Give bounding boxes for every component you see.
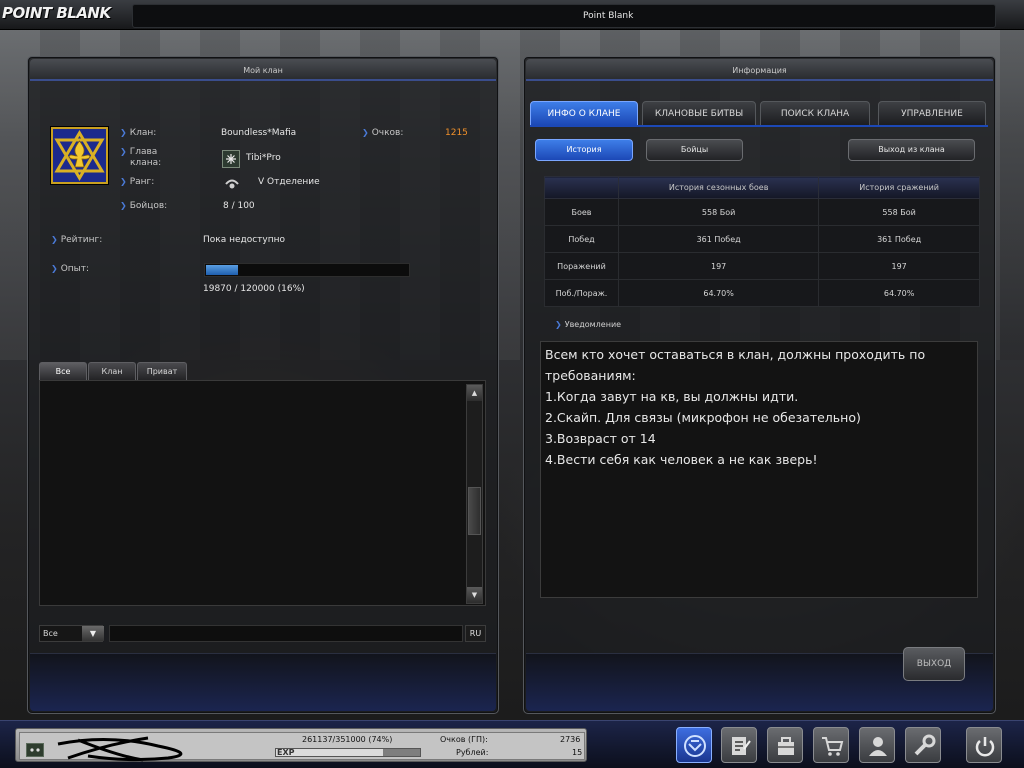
chat-scrollbar[interactable]: ▲ ▼ (466, 384, 483, 604)
stats-row-label: Побед (544, 225, 619, 253)
clan-notice-text[interactable]: Всем кто хочет оставаться в клан, должны… (540, 341, 978, 598)
player-rubles-value: 15 (572, 748, 583, 757)
player-status-box: 261137/351000 (74%) EXP Очков (ГП): 2736… (15, 728, 587, 762)
game-logo: POINT BLANK (2, 4, 111, 22)
chat-channel-select[interactable]: Все ▼ (39, 625, 104, 642)
clan-exp-bar (204, 263, 410, 277)
stats-row-label: Поражений (544, 252, 619, 280)
clan-name-value: Boundless*Mafia (221, 128, 297, 138)
stats-cell: 64.70% (617, 279, 820, 307)
scroll-up-icon[interactable]: ▲ (467, 385, 482, 401)
player-rubles-label: Рублей: (456, 748, 489, 757)
player-rank-icon (26, 743, 44, 757)
stats-cell: 558 Бой (617, 198, 820, 226)
leader-rank-icon (222, 150, 240, 168)
clan-points-label: ❯ Очков: (362, 128, 404, 138)
clan-leader-value: Tibi*Pro (246, 153, 281, 163)
notice-line: 1.Когда завут на кв, вы должны идти. (545, 389, 799, 404)
tab-underline (530, 125, 988, 127)
clan-rank-icon (223, 174, 241, 192)
clan-leader-label: ❯ Глава клана: (120, 147, 162, 168)
chat-language[interactable]: RU (465, 625, 486, 642)
stats-cell: 197 (818, 252, 980, 280)
clan-points-value: 1215 (445, 128, 468, 138)
player-status-inner: 261137/351000 (74%) EXP Очков (ГП): 2736… (19, 732, 585, 762)
player-points-value: 2736 (560, 735, 581, 744)
player-exp-text: 261137/351000 (74%) (302, 735, 393, 744)
chat-tab-private[interactable]: Приват (137, 362, 187, 380)
table-row: Поражений 197 197 (544, 252, 980, 280)
power-icon[interactable] (966, 727, 1002, 763)
tab-clan-info[interactable]: ИНФО О КЛАНЕ (530, 101, 638, 126)
stats-header-season: История сезонных боев (617, 176, 820, 199)
tab-clan-battles[interactable]: КЛАНОВЫЕ БИТВЫ (642, 101, 756, 126)
fighters-button[interactable]: Бойцы (646, 139, 743, 161)
clan-rank-label: ❯ Ранг: (120, 177, 155, 187)
notice-line: Всем кто хочет оставаться в клан, должны… (545, 347, 926, 362)
stats-header-blank (544, 176, 619, 199)
settings-icon[interactable] (905, 727, 941, 763)
clan-rating-label: ❯ Рейтинг: (51, 235, 103, 245)
clan-rating-value: Пока недоступно (203, 235, 286, 245)
scroll-thumb[interactable] (468, 487, 481, 535)
clan-exp-label: ❯ Опыт: (51, 264, 90, 274)
title-bar: POINT BLANK Point Blank (0, 0, 1024, 30)
notice-line: 4.Вести себя как человек а не как зверь! (545, 452, 818, 467)
tab-clan-search[interactable]: ПОИСК КЛАНА (760, 101, 870, 126)
clan-icon[interactable] (676, 727, 712, 763)
my-clan-panel-footer (30, 653, 496, 711)
stats-cell: 361 Побед (617, 225, 820, 253)
notes-icon[interactable] (721, 727, 757, 763)
player-points-label: Очков (ГП): (440, 735, 488, 744)
chat-log[interactable]: ▲ ▼ (39, 380, 486, 606)
my-clan-panel-title: Мой клан (30, 59, 496, 81)
table-row: Побед 361 Побед 361 Побед (544, 225, 980, 253)
info-panel-title: Информация (526, 59, 993, 81)
history-button[interactable]: История (535, 139, 633, 161)
stats-cell: 558 Бой (818, 198, 980, 226)
notice-label: ❯ Уведомление (555, 320, 622, 329)
stats-row-label: Боев (544, 198, 619, 226)
exit-button[interactable]: ВЫХОД (903, 647, 965, 681)
stats-header-row: История сезонных боев История сражений (544, 176, 980, 199)
clan-exp-value: 19870 / 120000 (16%) (203, 284, 305, 294)
leave-clan-button[interactable]: Выход из клана (848, 139, 975, 161)
notice-line: требованиям: (545, 368, 636, 383)
community-icon[interactable] (859, 727, 895, 763)
table-row: Боев 558 Бой 558 Бой (544, 198, 980, 226)
chevron-down-icon[interactable]: ▼ (82, 626, 104, 641)
scroll-down-icon[interactable]: ▼ (467, 587, 482, 603)
clan-stats-table: История сезонных боев История сражений Б… (544, 176, 980, 307)
window-title-box: Point Blank (132, 4, 996, 28)
clan-fighters-value: 8 / 100 (223, 201, 255, 211)
window-title: Point Blank (583, 11, 634, 21)
player-exp-bar: EXP (275, 748, 421, 757)
chat-tab-clan[interactable]: Клан (88, 362, 136, 380)
stats-cell: 197 (617, 252, 820, 280)
stats-header-battles: История сражений (818, 176, 980, 199)
clan-exp-fill (206, 265, 239, 275)
clan-rank-value: V Отделение (258, 177, 320, 187)
notice-line: 3.Возвраст от 14 (545, 431, 656, 446)
clan-name-label: ❯ Клан: (120, 128, 157, 138)
chat-input-row: Все ▼ RU (39, 625, 486, 642)
notice-line: 2.Скайп. Для связы (микрофон не обезател… (545, 410, 861, 425)
shop-icon[interactable] (813, 727, 849, 763)
chat-tab-all[interactable]: Все (39, 362, 87, 380)
inventory-icon[interactable] (767, 727, 803, 763)
stats-cell: 64.70% (818, 279, 980, 307)
chat-channel-value: Все (43, 629, 58, 638)
chat-input[interactable] (109, 625, 463, 642)
clan-fighters-label: ❯ Бойцов: (120, 201, 168, 211)
stats-cell: 361 Побед (818, 225, 980, 253)
tab-management[interactable]: УПРАВЛЕНИЕ (878, 101, 986, 126)
exp-label: EXP (277, 748, 295, 757)
redacted-name-scribble (57, 736, 183, 762)
clan-emblem (51, 127, 108, 184)
stats-row-label: Поб./Пораж. (544, 279, 619, 307)
table-row: Поб./Пораж. 64.70% 64.70% (544, 279, 980, 307)
